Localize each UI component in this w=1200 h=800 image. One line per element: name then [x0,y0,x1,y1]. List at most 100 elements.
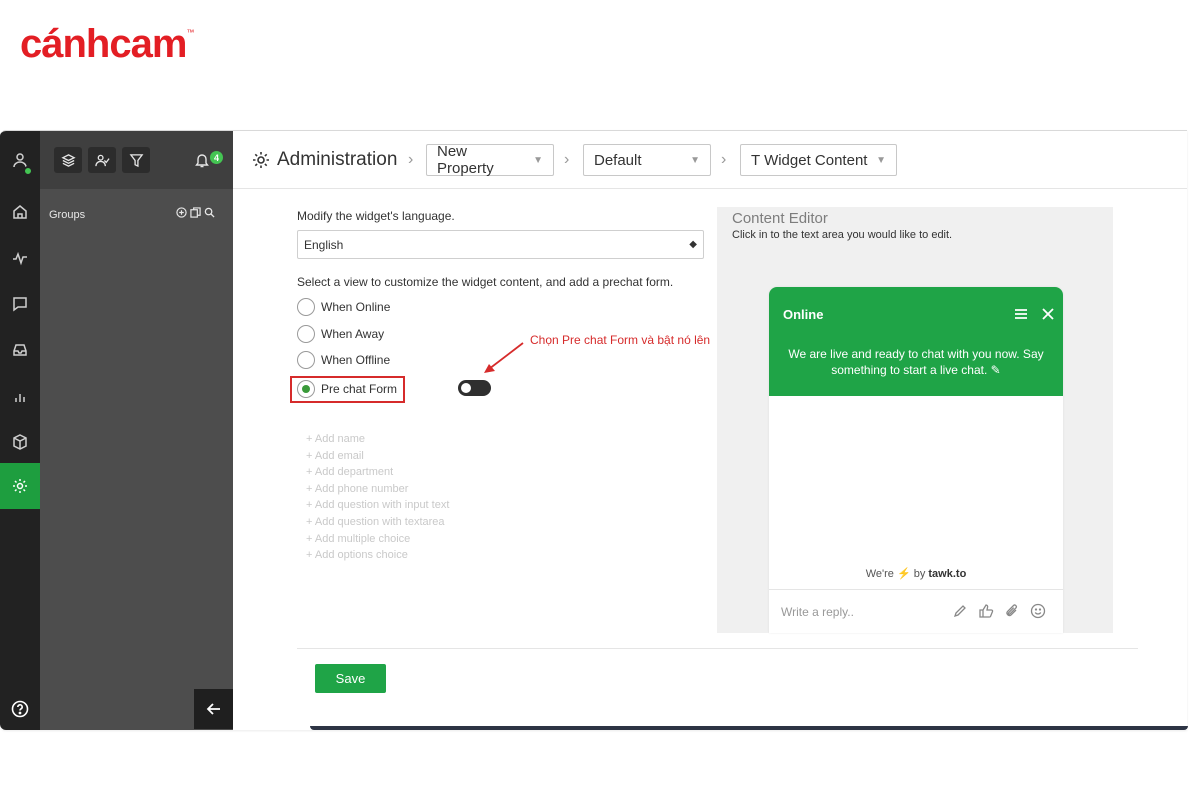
radio-button[interactable] [297,298,315,316]
save-button[interactable]: Save [315,664,386,693]
left-rail [0,131,40,730]
bolt-icon: ⚡ [896,568,911,580]
view-option-away[interactable]: When Away [297,324,384,344]
user-status-button[interactable] [0,137,40,183]
emoji-icon[interactable] [1030,603,1046,619]
powered-brand: tawk.to [928,568,967,580]
divider [297,648,1138,649]
powered-prefix: We're [865,568,894,580]
search-icon[interactable] [204,207,215,218]
chevron-right-icon: › [408,151,414,168]
user-check-icon [94,154,110,166]
reports-icon [15,394,25,402]
window-bottom-edge [310,726,1188,730]
assigned-to-me-button[interactable] [88,147,116,173]
add-field-link[interactable]: + Add email [306,448,449,465]
chat-header: Online We are live and ready to chat wit… [769,287,1063,396]
add-group-icon[interactable] [176,207,187,218]
content-editor-subtitle: Click in to the text area you would like… [732,229,953,241]
copy-icon[interactable] [190,207,201,218]
prechat-toggle[interactable] [458,380,491,396]
widget-select[interactable]: Default ▼ [583,144,711,176]
content-editor-title: Content Editor [732,210,828,227]
section-label: Widget Content [764,151,868,169]
view-option-online[interactable]: When Online [297,297,390,317]
annotation-text: Chọn Pre chat Form và bật nó lên [530,333,711,347]
add-field-link[interactable]: + Add question with textarea [306,514,449,531]
view-option-label: When Away [321,327,385,341]
chat-input-bar: Write a reply.. [769,589,1063,633]
updown-arrows-icon: ◆ [689,239,697,250]
section-select-value: T Widget Content [751,152,867,169]
chevron-down-icon: ▼ [876,154,886,166]
view-label: Select a view to customize the widget co… [297,275,674,289]
radio-button[interactable] [297,351,315,369]
settings-icon [13,479,27,493]
attachment-icon[interactable] [1004,603,1020,619]
rail-inbox[interactable] [0,327,40,373]
rail-addons[interactable] [0,419,40,465]
powered-suffix: by [913,568,926,580]
view-option-offline[interactable]: When Offline [297,350,390,370]
annotation-highlight-box [290,376,405,403]
groups-actions [176,207,215,218]
property-select[interactable]: New Property ▼ [426,143,554,177]
help-icon [11,700,29,718]
gear-icon [253,152,269,168]
pencil-icon[interactable] [952,603,968,619]
rail-administration[interactable] [0,463,40,509]
activity-icon [13,251,27,266]
home-icon [13,205,27,219]
section-select[interactable]: T Widget Content ▼ [740,144,897,176]
chat-welcome-message[interactable]: We are live and ready to chat with you n… [779,347,1053,378]
rail-monitoring[interactable] [0,235,40,281]
chat-icon [13,297,27,312]
text-type-icon: T [751,151,765,169]
radio-button[interactable] [297,325,315,343]
menu-icon[interactable] [1014,307,1028,321]
chevron-right-icon: › [564,151,570,168]
reply-input[interactable]: Write a reply.. [781,605,854,619]
chevron-down-icon: ▼ [690,154,700,166]
language-select-value: English [304,237,344,252]
layers-button[interactable] [54,147,82,173]
add-field-link[interactable]: + Add phone number [306,481,449,498]
secondary-panel: 4 Groups [40,131,233,730]
language-select[interactable]: English ◆ [297,230,704,259]
collapse-panel-button[interactable] [194,689,233,729]
filter-button[interactable] [122,147,150,173]
add-field-link[interactable]: + Add multiple choice [306,531,449,548]
property-select-value: New Property [437,143,494,177]
view-option-label: When Online [321,300,391,314]
rail-home[interactable] [0,189,40,235]
rail-messaging[interactable] [0,281,40,327]
notification-count-badge: 4 [210,151,223,164]
chat-tools [952,603,1046,619]
addons-icon [13,434,27,450]
breadcrumb: Administration › New Property ▼ › Default… [233,131,1187,189]
arrow-left-icon [206,703,220,715]
app-window: 4 Groups Administration › New Property ▼ … [0,130,1187,730]
add-field-link[interactable]: + Add name [306,431,449,448]
widget-content-settings: Modify the widget's language. English ◆ … [233,189,1187,730]
add-field-link[interactable]: + Add department [306,464,449,481]
language-label: Modify the widget's language. [297,209,455,223]
add-field-link[interactable]: + Add question with input text [306,497,449,514]
thumbs-up-icon[interactable] [978,603,994,619]
help-button[interactable] [0,687,40,730]
screenshot-root: cánhcam™ 4 Groups Administration › New P… [0,0,1200,800]
chat-widget-preview: Online We are live and ready to chat wit… [769,287,1063,633]
close-icon[interactable] [1041,307,1055,321]
groups-label: Groups [49,209,86,221]
annotation-arrow-icon [484,342,524,373]
widget-select-value: Default [594,151,642,169]
content-editor: Content Editor Click in to the text area… [717,207,1113,633]
chat-welcome-text: We are live and ready to chat with you n… [788,347,1044,377]
toggle-knob [461,383,471,393]
rail-reports[interactable] [0,373,40,419]
powered-by: We're ⚡ by tawk.to [769,567,1063,580]
chevron-down-icon: ▼ [533,154,543,166]
presence-dot [23,166,33,176]
layers-icon [60,153,76,167]
add-field-link[interactable]: + Add options choice [306,547,449,564]
